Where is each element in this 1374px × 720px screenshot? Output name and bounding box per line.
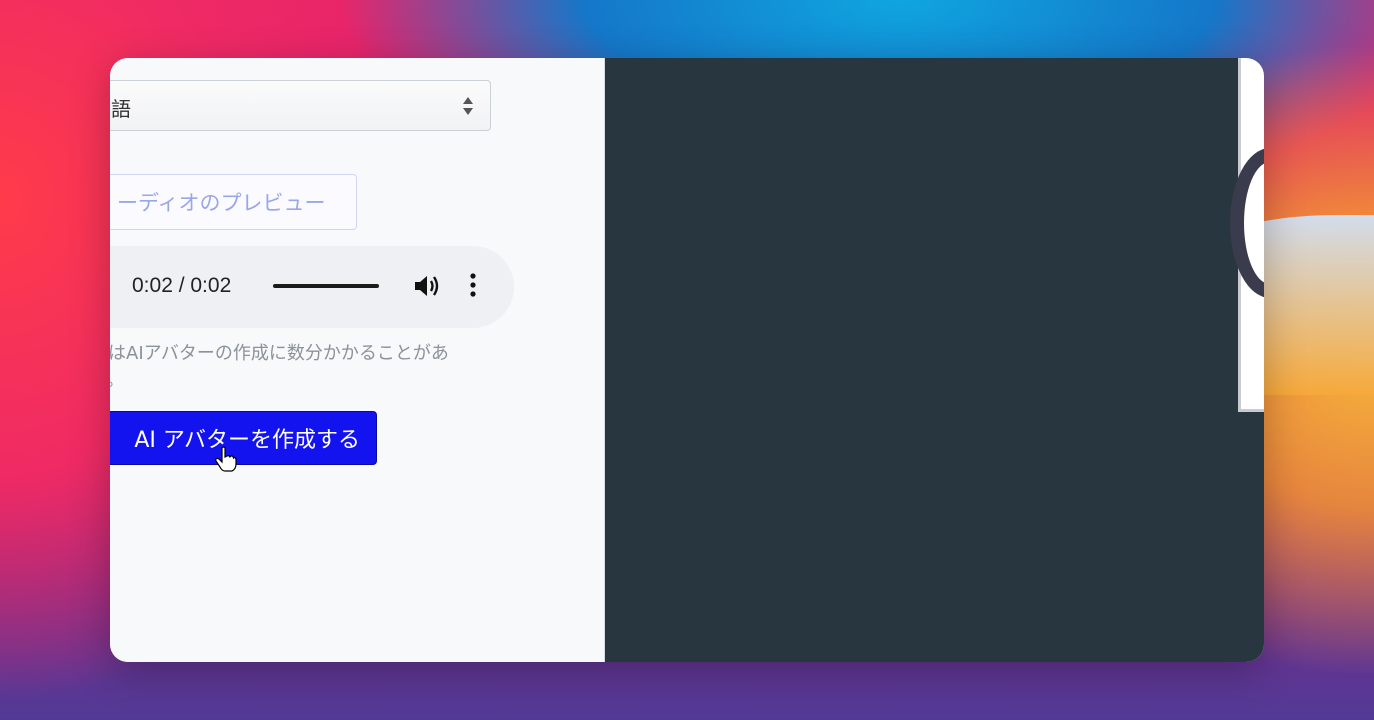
language-select-value: 語 — [111, 97, 131, 121]
notice-line-1: にはAIアバターの作成に数分かかることがあ — [110, 343, 449, 364]
left-panel: 語 ーディオのプレビュー 0:02 / 0:02 にはAIアバターの作成に数分か… — [110, 58, 605, 662]
more-options-icon[interactable] — [470, 272, 476, 298]
volume-icon[interactable] — [413, 273, 441, 299]
notice-line-2: す。 — [110, 367, 530, 394]
audio-preview-button-label: ーディオのプレビュー — [117, 191, 326, 215]
create-button-label: AI アバターを作成する — [134, 428, 360, 453]
app-window: 語 ーディオのプレビュー 0:02 / 0:02 にはAIアバターの作成に数分か… — [110, 58, 1264, 662]
hand-cursor-icon — [215, 446, 237, 472]
audio-time: 0:02 / 0:02 — [132, 274, 232, 297]
processing-notice: にはAIアバターの作成に数分かかることがあ す。 — [110, 340, 530, 394]
create-ai-avatar-button[interactable]: AI アバターを作成する — [110, 411, 377, 465]
audio-player[interactable]: 0:02 / 0:02 — [110, 246, 514, 328]
audio-progress-bar[interactable] — [273, 284, 379, 288]
select-arrows-icon — [463, 97, 473, 115]
preview-panel — [605, 58, 1264, 662]
audio-preview-button[interactable]: ーディオのプレビュー — [110, 174, 357, 230]
language-select[interactable]: 語 — [110, 80, 491, 131]
